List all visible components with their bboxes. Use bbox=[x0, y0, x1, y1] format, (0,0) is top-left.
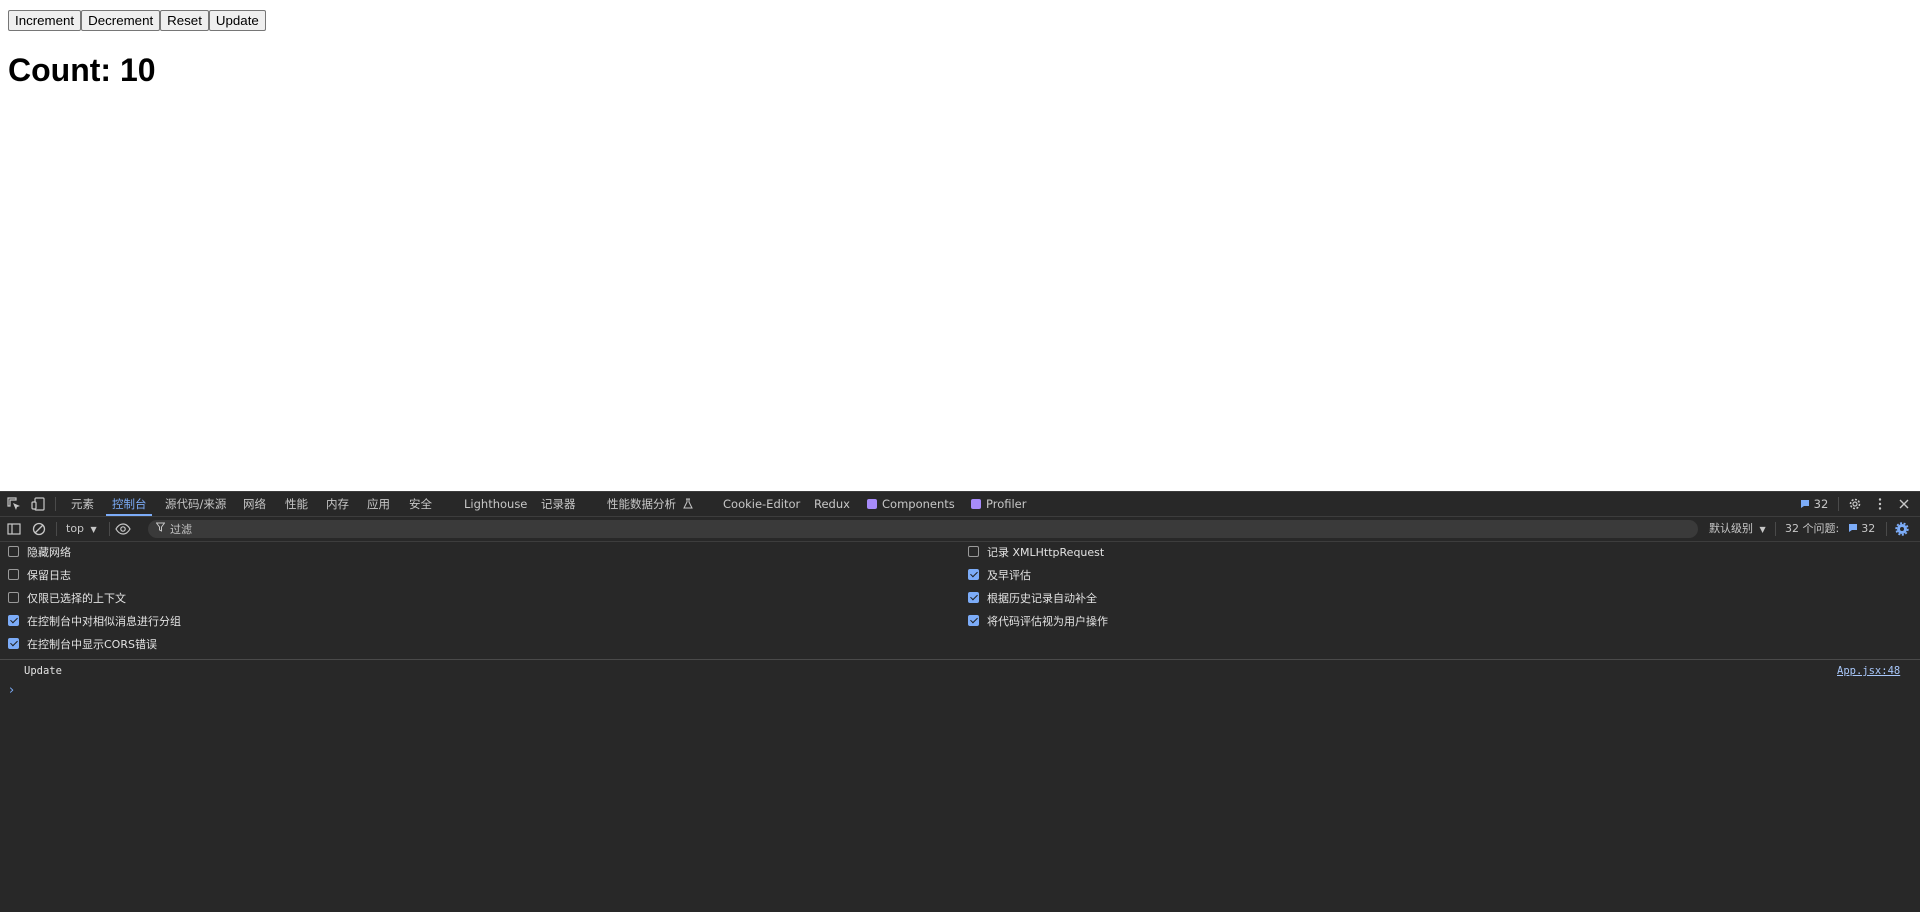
tab-performance-insights-label: 性能数据分析 bbox=[607, 497, 676, 511]
clear-console-icon[interactable] bbox=[31, 521, 47, 537]
checkbox[interactable] bbox=[8, 569, 19, 580]
reset-button[interactable]: Reset bbox=[160, 10, 209, 31]
issues-counter-count: 32 bbox=[1861, 522, 1876, 535]
console-prompt-row[interactable]: › bbox=[0, 682, 1920, 702]
react-components-icon bbox=[867, 499, 877, 509]
setting-label: 及早评估 bbox=[987, 569, 1031, 582]
console-toolbar: top ▼ 默认级别 ▼ 32 个问题: 32 bbox=[0, 517, 1920, 542]
log-level-value: 默认级别 bbox=[1709, 522, 1753, 535]
setting-label: 在控制台中显示CORS错误 bbox=[27, 638, 157, 651]
issues-counter[interactable]: 32 个问题: 32 bbox=[1785, 517, 1875, 541]
tab-lighthouse[interactable]: Lighthouse bbox=[464, 492, 527, 516]
checkbox-checked[interactable] bbox=[968, 615, 979, 626]
tab-network[interactable]: 网络 bbox=[243, 492, 266, 516]
button-row: Increment Decrement Reset Update bbox=[8, 10, 266, 31]
issues-message-icon bbox=[1848, 522, 1862, 535]
console-message-source-link[interactable]: App.jsx:48 bbox=[1837, 665, 1900, 677]
react-profiler-icon bbox=[971, 499, 981, 509]
active-tab-indicator bbox=[106, 514, 152, 516]
checkbox-checked[interactable] bbox=[968, 569, 979, 580]
tab-cookie-editor[interactable]: Cookie-Editor bbox=[723, 492, 800, 516]
tab-performance[interactable]: 性能 bbox=[285, 492, 308, 516]
sidebar-toggle-icon[interactable] bbox=[6, 521, 22, 537]
count-heading: Count: 10 bbox=[8, 52, 156, 88]
filter-input[interactable] bbox=[170, 520, 1670, 538]
issues-badge[interactable]: 32 bbox=[1800, 492, 1828, 516]
setting-eager-evaluation[interactable]: 及早评估 bbox=[968, 568, 1031, 584]
setting-user-activation-eval[interactable]: 将代码评估视为用户操作 bbox=[968, 614, 1108, 630]
decrement-button[interactable]: Decrement bbox=[81, 10, 161, 31]
setting-label: 仅限已选择的上下文 bbox=[27, 592, 126, 605]
tab-console[interactable]: 控制台 bbox=[112, 492, 147, 516]
setting-label: 保留日志 bbox=[27, 569, 71, 582]
console-message-text: Update bbox=[24, 665, 62, 677]
checkbox-checked[interactable] bbox=[8, 615, 19, 626]
tab-components-label: Components bbox=[882, 497, 955, 511]
tab-profiler-label: Profiler bbox=[986, 497, 1027, 511]
setting-show-cors-errors[interactable]: 在控制台中显示CORS错误 bbox=[8, 637, 157, 653]
update-button[interactable]: Update bbox=[208, 10, 266, 31]
tab-performance-insights[interactable]: 性能数据分析 bbox=[607, 492, 693, 516]
console-prompt-chevron-icon: › bbox=[9, 683, 15, 698]
console-settings-panel: 隐藏网络 保留日志 仅限已选择的上下文 在控制台中对相似消息进行分组 在控制台中… bbox=[0, 542, 1920, 660]
issues-message-icon bbox=[1800, 497, 1814, 511]
tab-recorder[interactable]: 记录器 bbox=[541, 492, 576, 516]
close-icon[interactable] bbox=[1896, 496, 1912, 512]
toolbar-separator bbox=[1886, 522, 1887, 536]
setting-label: 隐藏网络 bbox=[27, 546, 71, 559]
tab-memory[interactable]: 内存 bbox=[326, 492, 349, 516]
devtools-tabbar: 元素 控制台 源代码/来源 网络 性能 内存 应用 安全 Lighthouse … bbox=[0, 492, 1920, 517]
console-settings-gear-icon[interactable] bbox=[1894, 521, 1910, 537]
toolbar-separator bbox=[109, 522, 110, 536]
tab-profiler[interactable]: Profiler bbox=[971, 492, 1027, 516]
checkbox[interactable] bbox=[8, 592, 19, 603]
tab-separator bbox=[1838, 497, 1839, 511]
filter-box bbox=[148, 520, 1698, 538]
tab-elements[interactable]: 元素 bbox=[71, 492, 94, 516]
context-selector[interactable]: top ▼ bbox=[66, 517, 97, 541]
tab-components[interactable]: Components bbox=[867, 492, 955, 516]
page-viewport: Increment Decrement Reset Update Count: … bbox=[0, 0, 1920, 491]
setting-autocomplete-history[interactable]: 根据历史记录自动补全 bbox=[968, 591, 1097, 607]
gear-icon[interactable] bbox=[1847, 496, 1863, 512]
devtools-panel: 元素 控制台 源代码/来源 网络 性能 内存 应用 安全 Lighthouse … bbox=[0, 491, 1920, 912]
log-level-selector[interactable]: 默认级别 ▼ bbox=[1709, 517, 1766, 541]
dropdown-arrow-icon: ▼ bbox=[1759, 525, 1766, 534]
issues-counter-label: 32 个问题: bbox=[1785, 522, 1840, 535]
tab-separator bbox=[55, 497, 56, 511]
dropdown-arrow-icon: ▼ bbox=[90, 525, 97, 534]
device-toolbar-icon[interactable] bbox=[31, 496, 47, 512]
tab-redux[interactable]: Redux bbox=[814, 492, 850, 516]
setting-hide-network[interactable]: 隐藏网络 bbox=[8, 545, 71, 561]
tab-security[interactable]: 安全 bbox=[409, 492, 432, 516]
setting-label: 记录 XMLHttpRequest bbox=[987, 546, 1105, 559]
tab-application[interactable]: 应用 bbox=[367, 492, 390, 516]
tab-sources[interactable]: 源代码/来源 bbox=[165, 492, 226, 516]
inspect-element-icon[interactable] bbox=[6, 496, 22, 512]
setting-selected-context-only[interactable]: 仅限已选择的上下文 bbox=[8, 591, 126, 607]
setting-group-similar[interactable]: 在控制台中对相似消息进行分组 bbox=[8, 614, 181, 630]
toolbar-separator bbox=[1775, 522, 1776, 536]
increment-button[interactable]: Increment bbox=[8, 10, 82, 31]
setting-label: 将代码评估视为用户操作 bbox=[987, 615, 1108, 628]
flask-icon bbox=[682, 497, 693, 511]
setting-preserve-log[interactable]: 保留日志 bbox=[8, 568, 71, 584]
setting-label: 根据历史记录自动补全 bbox=[987, 592, 1097, 605]
more-options-icon[interactable] bbox=[1872, 496, 1888, 512]
context-selector-value: top bbox=[66, 522, 85, 535]
checkbox-checked[interactable] bbox=[8, 638, 19, 649]
toolbar-separator bbox=[56, 522, 57, 536]
filter-funnel-icon bbox=[155, 522, 166, 535]
live-expression-eye-icon[interactable] bbox=[115, 521, 131, 537]
checkbox[interactable] bbox=[8, 546, 19, 557]
checkbox-checked[interactable] bbox=[968, 592, 979, 603]
setting-log-xhr[interactable]: 记录 XMLHttpRequest bbox=[968, 545, 1104, 561]
issues-badge-count: 32 bbox=[1813, 497, 1829, 511]
console-message-row: Update App.jsx:48 bbox=[0, 662, 1920, 682]
checkbox[interactable] bbox=[968, 546, 979, 557]
setting-label: 在控制台中对相似消息进行分组 bbox=[27, 615, 181, 628]
